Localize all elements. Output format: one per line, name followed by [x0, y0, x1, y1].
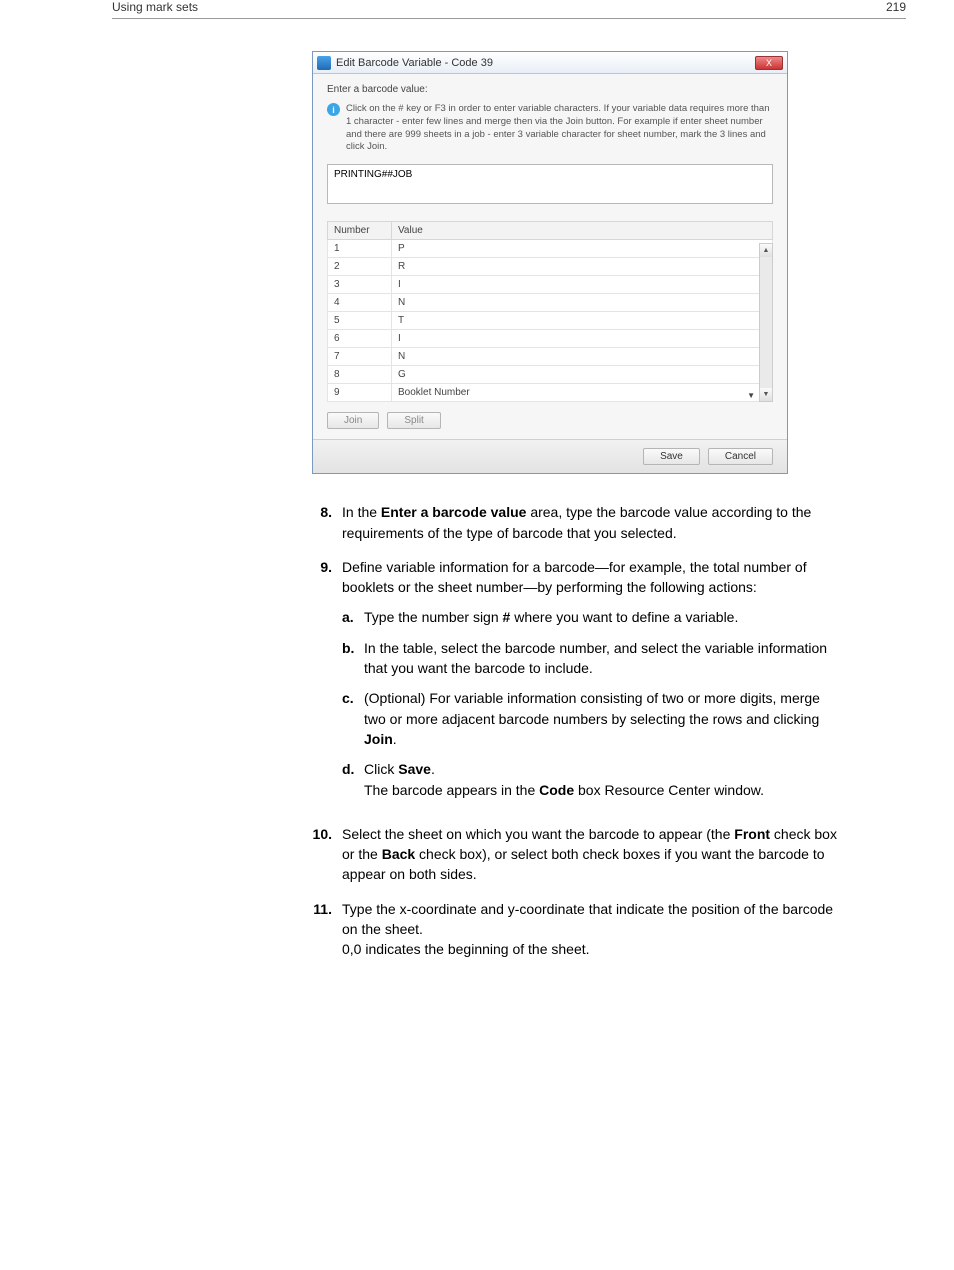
- scroll-up-icon[interactable]: ▲: [760, 244, 772, 257]
- step-9: 9. Define variable information for a bar…: [312, 557, 842, 810]
- step-11: 11. Type the x-coordinate and y-coordina…: [312, 899, 842, 960]
- info-text: Click on the # key or F3 in order to ent…: [346, 103, 773, 154]
- table-row[interactable]: 5T: [328, 312, 773, 330]
- page-number: 219: [886, 0, 906, 14]
- step-9b: b. In the table, select the barcode numb…: [342, 638, 842, 679]
- step-9d: d. Click Save. The barcode appears in th…: [342, 759, 842, 800]
- col-value-header: Value: [392, 222, 773, 240]
- table-row[interactable]: 8G: [328, 366, 773, 384]
- prompt-label: Enter a barcode value:: [327, 84, 773, 95]
- edit-barcode-dialog: Edit Barcode Variable - Code 39 X Enter …: [312, 51, 788, 474]
- table-row[interactable]: 3I: [328, 276, 773, 294]
- cancel-button[interactable]: Cancel: [708, 448, 773, 465]
- table-row[interactable]: 2R: [328, 258, 773, 276]
- scroll-down-icon[interactable]: ▼: [760, 388, 772, 401]
- table-row[interactable]: 7N: [328, 348, 773, 366]
- col-number-header: Number: [328, 222, 392, 240]
- info-panel: i Click on the # key or F3 in order to e…: [327, 103, 773, 154]
- close-button[interactable]: X: [755, 56, 783, 70]
- step-8: 8. In the Enter a barcode value area, ty…: [312, 502, 842, 543]
- instruction-list: 8. In the Enter a barcode value area, ty…: [312, 502, 842, 959]
- scrollbar[interactable]: ▲ ▼: [759, 243, 773, 402]
- table-row[interactable]: 4N: [328, 294, 773, 312]
- app-icon: [317, 56, 331, 70]
- section-title: Using mark sets: [112, 0, 198, 14]
- close-icon: X: [766, 58, 772, 68]
- save-button[interactable]: Save: [643, 448, 700, 465]
- dialog-titlebar: Edit Barcode Variable - Code 39 X: [313, 52, 787, 74]
- values-table-wrap: Number Value 1P 2R 3I 4N 5T 6I 7N 8G 9Bo…: [327, 221, 773, 402]
- barcode-value-input[interactable]: [327, 164, 773, 204]
- values-table: Number Value 1P 2R 3I 4N 5T 6I 7N 8G 9Bo…: [327, 221, 773, 402]
- step-9a: a. Type the number sign # where you want…: [342, 607, 842, 627]
- page-header: Using mark sets 219: [112, 0, 906, 19]
- dropdown-arrow-icon[interactable]: ▼: [747, 391, 755, 400]
- info-icon: i: [327, 103, 340, 116]
- step-9c: c. (Optional) For variable information c…: [342, 688, 842, 749]
- step-10: 10. Select the sheet on which you want t…: [312, 824, 842, 885]
- join-button[interactable]: Join: [327, 412, 379, 429]
- dialog-title: Edit Barcode Variable - Code 39: [336, 57, 755, 69]
- table-row[interactable]: 1P: [328, 240, 773, 258]
- table-row[interactable]: 9Booklet Number: [328, 384, 773, 402]
- split-button[interactable]: Split: [387, 412, 440, 429]
- table-row[interactable]: 6I: [328, 330, 773, 348]
